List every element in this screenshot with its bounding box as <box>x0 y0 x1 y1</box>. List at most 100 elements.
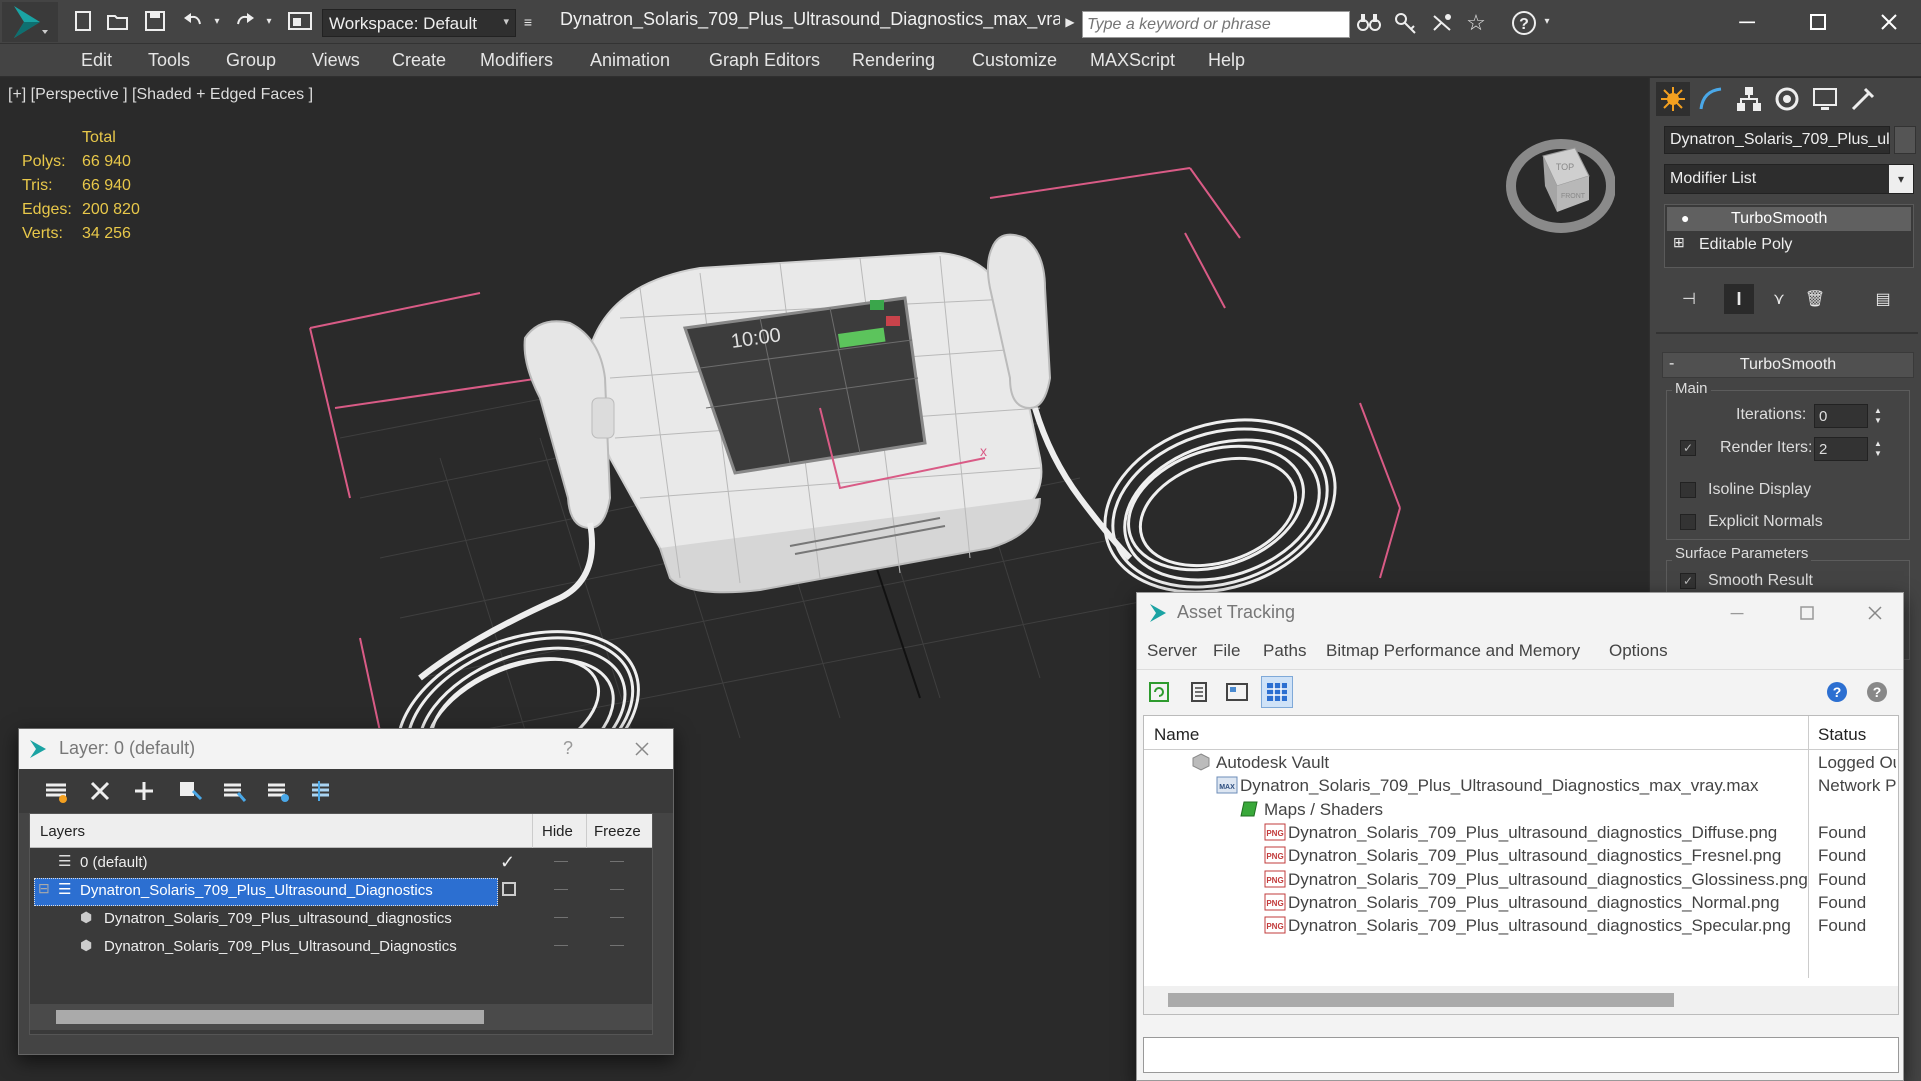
minimize-icon[interactable]: ─ <box>1717 601 1757 625</box>
open-folder-icon[interactable] <box>105 8 131 34</box>
layer-row-selected[interactable]: ⊟ ☰ Dynatron_Solaris_709_Plus_Ultrasound… <box>30 878 652 906</box>
thumbnail-view-icon[interactable] <box>1223 678 1251 706</box>
column-header-layers[interactable]: Layers <box>40 823 85 840</box>
collapse-minus-icon[interactable]: ⊟ <box>38 880 50 897</box>
horizontal-scrollbar[interactable] <box>30 1004 652 1030</box>
render-iters-checkbox[interactable]: ✓ <box>1680 440 1696 456</box>
modifier-list-dropdown[interactable]: Modifier List ▾ <box>1664 164 1914 194</box>
asset-menu-paths[interactable]: Paths <box>1263 641 1306 661</box>
hide-toggle[interactable]: — <box>554 908 568 924</box>
column-header-hide[interactable]: Hide <box>542 823 573 840</box>
key-icon[interactable] <box>1392 10 1420 36</box>
explicit-normals-checkbox[interactable] <box>1680 514 1696 530</box>
scrollbar-thumb[interactable] <box>1168 993 1674 1007</box>
menu-edit[interactable]: Edit <box>81 50 112 71</box>
turbosmooth-rollout-header[interactable]: - TurboSmooth <box>1662 352 1914 378</box>
undo-dropdown-icon[interactable]: ▾ <box>210 14 224 28</box>
save-icon[interactable] <box>142 8 168 34</box>
new-file-icon[interactable] <box>70 8 96 34</box>
menu-modifiers[interactable]: Modifiers <box>480 50 553 71</box>
context-help-icon[interactable]: ? <box>1863 678 1891 706</box>
redo-icon[interactable] <box>232 8 258 34</box>
show-end-result-icon[interactable]: I <box>1724 284 1754 314</box>
asset-row[interactable]: PNG Dynatron_Solaris_709_Plus_ultrasound_… <box>1144 821 1898 844</box>
set-current-layer-icon[interactable] <box>263 777 293 805</box>
asset-horizontal-scrollbar[interactable] <box>1144 986 1898 1014</box>
asset-menu-bitmap-performance[interactable]: Bitmap Performance and Memory <box>1326 641 1580 661</box>
set-current-checkbox[interactable] <box>502 882 516 896</box>
close-icon[interactable] <box>631 738 653 760</box>
lightbulb-icon[interactable]: ● <box>1681 210 1689 226</box>
isoline-display-checkbox[interactable] <box>1680 482 1696 498</box>
hide-toggle[interactable]: — <box>554 880 568 896</box>
layer-properties-icon[interactable] <box>307 777 337 805</box>
search-box[interactable] <box>1082 11 1350 38</box>
help-question-icon[interactable]: ? <box>1823 678 1851 706</box>
layer-dialog-titlebar[interactable]: Layer: 0 (default) ? <box>19 729 673 769</box>
menu-maxscript[interactable]: MAXScript <box>1090 50 1175 71</box>
asset-menu-options[interactable]: Options <box>1609 641 1668 661</box>
close-icon[interactable] <box>1855 601 1895 625</box>
add-to-layer-icon[interactable] <box>129 777 159 805</box>
expand-plus-icon[interactable]: ⊞ <box>1673 234 1685 251</box>
asset-row[interactable]: MAX Dynatron_Solaris_709_Plus_Ultrasound_… <box>1144 774 1898 797</box>
iterations-spinner-arrows-icon[interactable]: ▲ ▼ <box>1872 404 1884 428</box>
viewcube-icon[interactable]: TOP FRONT <box>1505 126 1615 236</box>
pin-stack-icon[interactable]: ⊣ <box>1674 284 1704 314</box>
asset-row[interactable]: PNG Dynatron_Solaris_709_Plus_ultrasound_… <box>1144 891 1898 914</box>
select-objects-icon[interactable] <box>175 777 205 805</box>
app-logo-icon[interactable] <box>2 2 58 42</box>
object-name-field[interactable]: Dynatron_Solaris_709_Plus_ultra <box>1664 126 1890 154</box>
close-window-icon[interactable] <box>1866 6 1912 38</box>
column-header-status[interactable]: Status <box>1818 725 1866 745</box>
freeze-toggle[interactable]: — <box>610 852 624 868</box>
hide-toggle[interactable]: — <box>554 852 568 868</box>
help-icon[interactable]: ? <box>1510 9 1538 37</box>
asset-menu-file[interactable]: File <box>1213 641 1240 661</box>
current-layer-check-icon[interactable]: ✓ <box>500 852 515 873</box>
freeze-toggle[interactable]: — <box>610 880 624 896</box>
render-iters-spinner[interactable]: 2 <box>1814 437 1868 461</box>
highlight-selected-icon[interactable] <box>219 777 249 805</box>
maximize-window-icon[interactable] <box>1795 6 1841 38</box>
undo-icon[interactable] <box>180 8 206 34</box>
maximize-icon[interactable] <box>1787 601 1827 625</box>
communication-icon[interactable] <box>1428 10 1456 36</box>
freeze-toggle[interactable]: — <box>610 908 624 924</box>
object-color-swatch[interactable] <box>1894 126 1916 154</box>
motion-tab-icon[interactable] <box>1770 82 1804 116</box>
menu-group[interactable]: Group <box>226 50 276 71</box>
menu-animation[interactable]: Animation <box>590 50 670 71</box>
asset-row[interactable]: PNG Dynatron_Solaris_709_Plus_ultrasound_… <box>1144 914 1898 937</box>
list-view-icon[interactable] <box>1185 678 1213 706</box>
project-icon[interactable] <box>285 8 315 34</box>
asset-path-field[interactable] <box>1143 1037 1899 1073</box>
layer-object-row[interactable]: ⬢ Dynatron_Solaris_709_Plus_Ultrasound_D… <box>30 934 652 962</box>
menu-customize[interactable]: Customize <box>972 50 1057 71</box>
binoculars-icon[interactable] <box>1355 10 1383 36</box>
asset-menu-server[interactable]: Server <box>1147 641 1197 661</box>
create-tab-icon[interactable] <box>1656 82 1690 116</box>
smooth-result-checkbox[interactable]: ✓ <box>1680 573 1696 589</box>
utilities-tab-icon[interactable] <box>1846 82 1880 116</box>
minimize-window-icon[interactable]: ─ <box>1724 6 1770 38</box>
menu-graph-editors[interactable]: Graph Editors <box>709 50 820 71</box>
scrollbar-thumb[interactable] <box>56 1010 484 1024</box>
asset-row[interactable]: PNG Dynatron_Solaris_709_Plus_ultrasound_… <box>1144 844 1898 867</box>
refresh-icon[interactable] <box>1145 678 1173 706</box>
menu-help[interactable]: Help <box>1208 50 1245 71</box>
remove-modifier-icon[interactable]: 🗑 <box>1800 284 1830 314</box>
render-iters-spinner-arrows-icon[interactable]: ▲ ▼ <box>1872 437 1884 461</box>
hide-toggle[interactable]: — <box>554 936 568 952</box>
layer-object-row[interactable]: ⬢ Dynatron_Solaris_709_Plus_ultrasound_d… <box>30 906 652 934</box>
expand-arrow-icon[interactable]: ▶ <box>1063 14 1077 30</box>
asset-row[interactable]: Maps / Shaders <box>1144 798 1898 821</box>
freeze-toggle[interactable]: — <box>610 936 624 952</box>
asset-row[interactable]: Autodesk Vault Logged Ou <box>1144 751 1898 774</box>
layer-row[interactable]: ☰ 0 (default) ✓ — — <box>30 850 652 878</box>
modify-tab-icon[interactable] <box>1694 82 1728 116</box>
asset-dialog-titlebar[interactable]: Asset Tracking ─ <box>1137 593 1903 633</box>
star-icon[interactable]: ☆ <box>1462 9 1490 37</box>
make-unique-icon[interactable]: ⋎ <box>1764 284 1794 314</box>
workspace-select[interactable]: Workspace: Default ▾ <box>322 9 516 37</box>
